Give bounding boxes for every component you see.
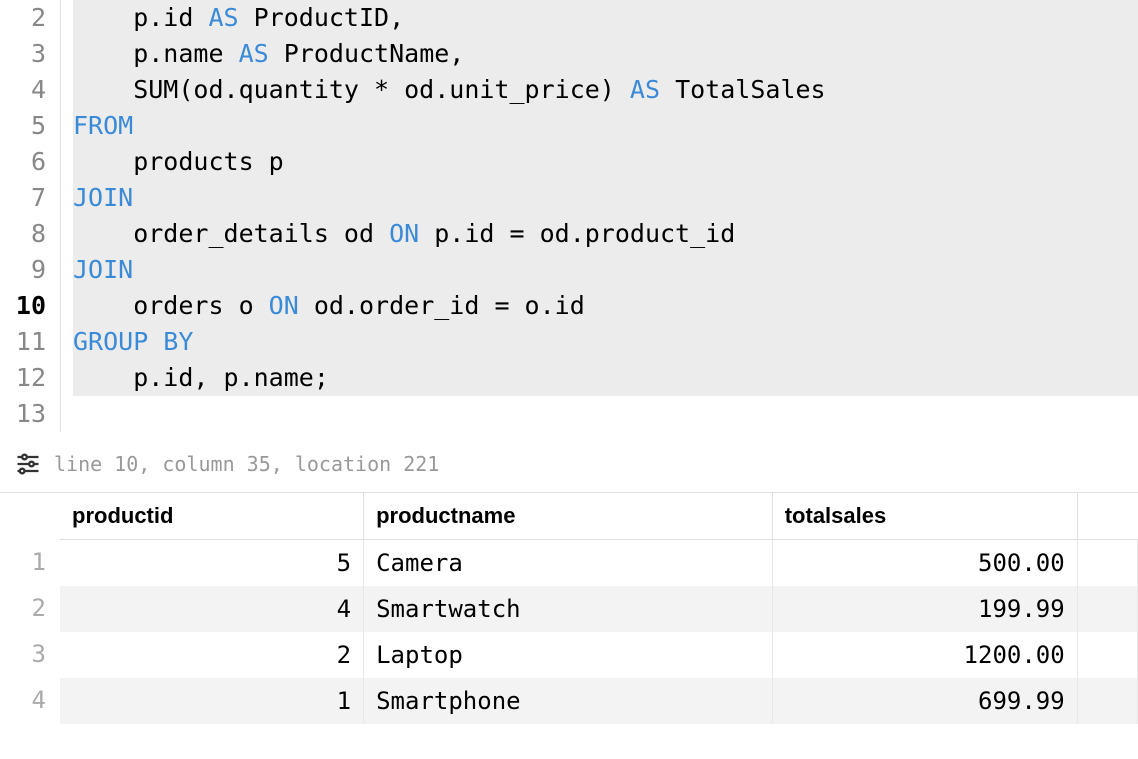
table-row[interactable]: 2Laptop1200.00 [60, 632, 1138, 678]
table-cell[interactable]: 199.99 [772, 586, 1077, 632]
column-header[interactable]: totalsales [772, 493, 1077, 540]
table-cell-spacer [1077, 540, 1137, 586]
table-cell[interactable]: Smartphone [364, 678, 773, 724]
table-cell[interactable]: 4 [60, 586, 364, 632]
table-row[interactable]: 1Smartphone699.99 [60, 678, 1138, 724]
table-cell[interactable]: Camera [364, 540, 773, 586]
line-number: 11 [0, 324, 46, 360]
line-number: 3 [0, 36, 46, 72]
code-line[interactable]: p.name AS ProductName, [73, 36, 1138, 72]
table-cell[interactable]: 699.99 [772, 678, 1077, 724]
code-line[interactable]: orders o ON od.order_id = o.id [73, 288, 1138, 324]
cursor-position-text: line 10, column 35, location 221 [54, 452, 439, 476]
code-line[interactable]: order_details od ON p.id = od.product_id [73, 216, 1138, 252]
editor-gutter: 2345678910111213 [0, 0, 60, 432]
line-number: 8 [0, 216, 46, 252]
table-cell[interactable]: 1 [60, 678, 364, 724]
table-cell-spacer [1077, 678, 1137, 724]
code-line[interactable]: JOIN [73, 252, 1138, 288]
code-line[interactable]: p.id AS ProductID, [73, 0, 1138, 36]
row-number: 1 [0, 539, 46, 585]
table-row[interactable]: 4Smartwatch199.99 [60, 586, 1138, 632]
column-header[interactable]: productid [60, 493, 364, 540]
line-number: 5 [0, 108, 46, 144]
table-cell[interactable]: 1200.00 [772, 632, 1077, 678]
table-cell[interactable]: Smartwatch [364, 586, 773, 632]
table-cell[interactable]: Laptop [364, 632, 773, 678]
results-panel: 1234 productidproductnametotalsales 5Cam… [0, 493, 1138, 724]
column-header-spacer [1077, 493, 1137, 540]
table-cell[interactable]: 2 [60, 632, 364, 678]
code-line[interactable]: products p [73, 144, 1138, 180]
line-number: 6 [0, 144, 46, 180]
line-number: 9 [0, 252, 46, 288]
code-line[interactable]: p.id, p.name; [73, 360, 1138, 396]
column-header[interactable]: productname [364, 493, 773, 540]
table-cell[interactable]: 500.00 [772, 540, 1077, 586]
sql-editor[interactable]: 2345678910111213 p.id AS ProductID, p.na… [0, 0, 1138, 432]
results-table[interactable]: productidproductnametotalsales 5Camera50… [60, 493, 1138, 724]
line-number: 12 [0, 360, 46, 396]
line-number: 13 [0, 396, 46, 432]
line-number: 2 [0, 0, 46, 36]
row-number: 4 [0, 677, 46, 723]
settings-icon[interactable] [14, 450, 42, 478]
code-line[interactable]: GROUP BY [73, 324, 1138, 360]
code-line[interactable]: FROM [73, 108, 1138, 144]
results-gutter: 1234 [0, 493, 60, 724]
table-row[interactable]: 5Camera500.00 [60, 540, 1138, 586]
code-line[interactable]: SUM(od.quantity * od.unit_price) AS Tota… [73, 72, 1138, 108]
line-number: 4 [0, 72, 46, 108]
line-number: 7 [0, 180, 46, 216]
table-cell-spacer [1077, 586, 1137, 632]
status-bar: line 10, column 35, location 221 [0, 432, 1138, 493]
row-number: 2 [0, 585, 46, 631]
table-cell-spacer [1077, 632, 1137, 678]
editor-code[interactable]: p.id AS ProductID, p.name AS ProductName… [60, 0, 1138, 432]
line-number: 10 [0, 288, 46, 324]
code-line[interactable]: JOIN [73, 180, 1138, 216]
code-line[interactable] [73, 396, 1138, 432]
table-cell[interactable]: 5 [60, 540, 364, 586]
row-number: 3 [0, 631, 46, 677]
